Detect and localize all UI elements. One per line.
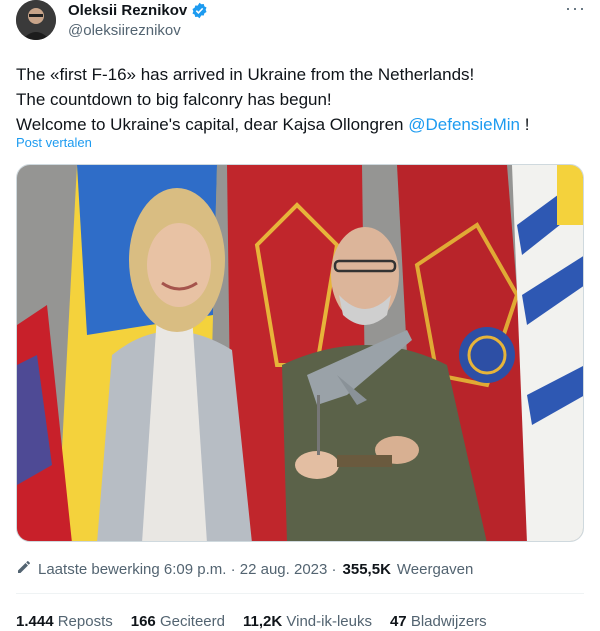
handle[interactable]: @oleksiireznikov xyxy=(68,22,181,39)
views-label: Weergaven xyxy=(396,560,474,578)
tweet-photo[interactable] xyxy=(16,164,584,542)
tweet-line-1: The «first F-16» has arrived in Ukraine … xyxy=(16,65,475,84)
tweet-line-3-end: ! xyxy=(519,115,530,134)
tweet-line-3: Welcome to Ukraine's capital, dear Kajsa… xyxy=(16,112,586,137)
last-edit-label[interactable]: Laatste bewerking 6:09 p.m. · 22 aug. 20… xyxy=(38,561,337,578)
translate-post-link[interactable]: Post vertalen xyxy=(16,135,92,150)
edit-pencil-icon xyxy=(16,559,32,579)
verified-badge-icon xyxy=(191,2,208,19)
likes-stat[interactable]: 11,2K Vind-ik-leuks xyxy=(243,613,372,630)
more-options-icon[interactable]: ··· xyxy=(565,0,586,19)
avatar[interactable] xyxy=(16,0,56,40)
tweet-header: Oleksii Reznikov @oleksiireznikov ··· xyxy=(16,0,586,44)
bookmarks-stat[interactable]: 47 Bladwijzers xyxy=(390,613,487,630)
reposts-stat[interactable]: 1.444 Reposts xyxy=(16,613,113,630)
tweet-text: The «first F-16» has arrived in Ukraine … xyxy=(16,62,586,137)
engagement-stats: 1.444 Reposts 166 Geciteerd 11,2K Vind-i… xyxy=(16,613,487,630)
divider xyxy=(16,593,584,594)
quotes-stat[interactable]: 166 Geciteerd xyxy=(131,613,225,630)
mention-link[interactable]: @DefensieMin xyxy=(408,115,520,134)
tweet-line-2: The countdown to big falconry has begun! xyxy=(16,90,332,109)
display-name[interactable]: Oleksii Reznikov xyxy=(68,2,187,19)
views-count: 355,5K xyxy=(342,560,391,578)
tweet-line-3-text: Welcome to Ukraine's capital, dear Kajsa… xyxy=(16,115,409,134)
edit-info-row: Laatste bewerking 6:09 p.m. · 22 aug. 20… xyxy=(16,559,473,579)
